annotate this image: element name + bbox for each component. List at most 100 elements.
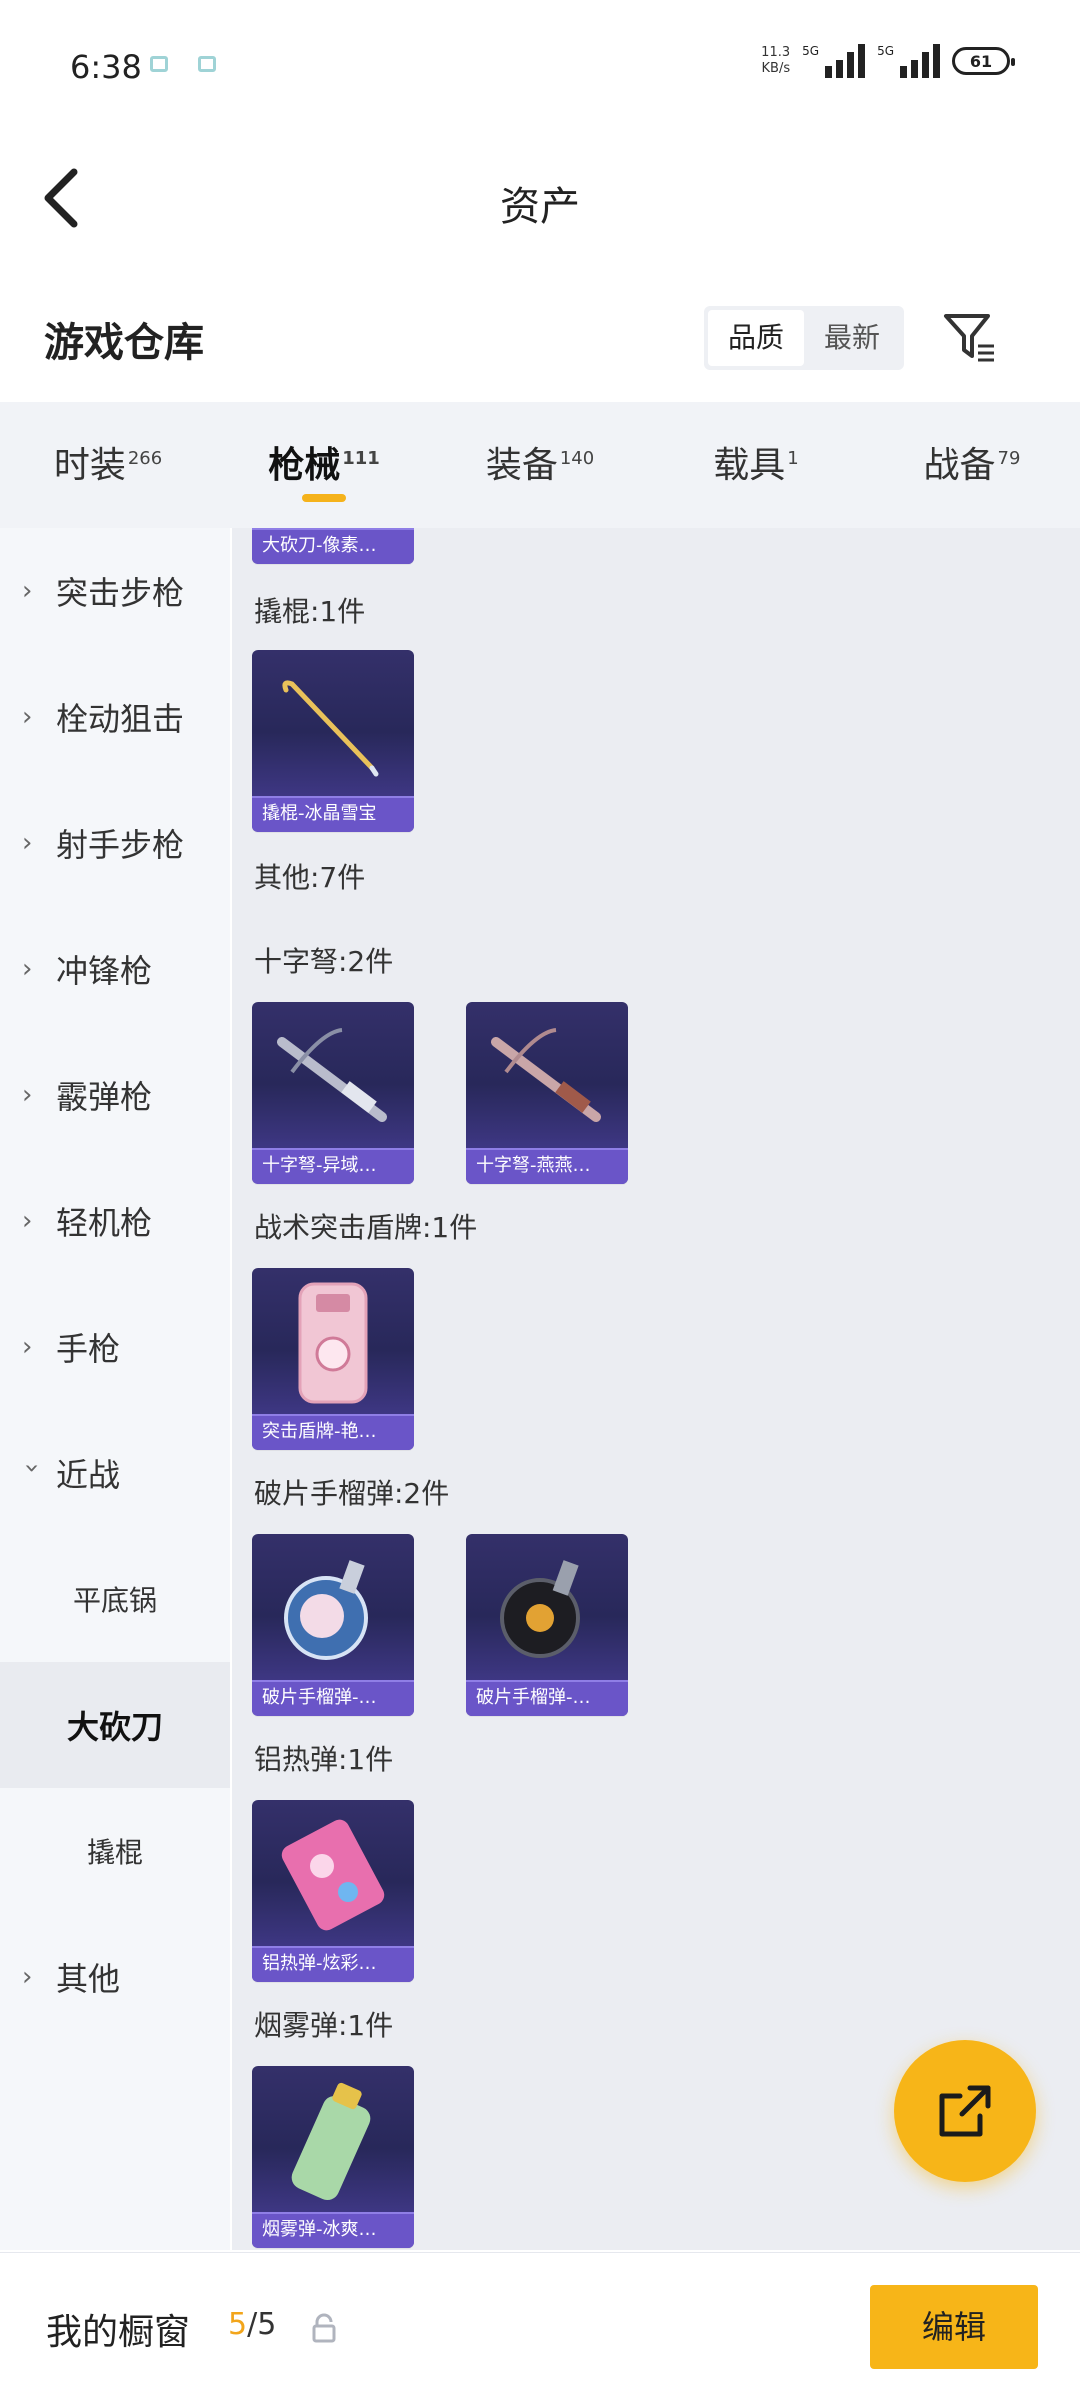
showcase-label: 我的橱窗 [46,2312,191,2353]
page-title: 资产 [500,184,580,230]
sidebar-item-pistol[interactable]: › 手枪 [0,1284,230,1410]
sidebar-item-melee[interactable]: › 近战 [0,1410,230,1536]
chevron-right-icon: › [22,954,33,984]
sidebar-item-shotgun[interactable]: › 霰弹枪 [0,1032,230,1158]
sidebar-item-bolt-sniper[interactable]: › 栓动狙击 [0,654,230,780]
sidebar-item-smg[interactable]: › 冲锋枪 [0,906,230,1032]
sidebar-subitem-pan[interactable]: 平底锅 [0,1536,230,1662]
chevron-right-icon: › [22,1962,33,1992]
bottom-bar: 我的橱窗 5/5 编辑 [0,2252,1080,2400]
showcase-count-total: /5 [247,2307,277,2342]
tab-fashion[interactable]: 时装 266 [0,402,216,528]
sidebar-item-label: 手枪 [56,1330,121,1368]
item-card[interactable]: 撬棍-冰晶雪宝 [252,650,414,832]
tab-count: 79 [997,448,1021,469]
tab-label: 枪械 [268,445,341,486]
item-card-caption: 铝热弹-炫彩… [252,1946,414,1982]
battery-level: 61 [969,51,993,71]
chevron-down-icon: › [17,1463,47,1474]
crossbow-image [491,1028,601,1122]
sort-newest-button[interactable]: 最新 [804,310,900,366]
network-speed: 11.3 KB/s [761,45,790,77]
battery-icon: 61 [952,47,1015,75]
share-icon [939,2085,991,2137]
chevron-right-icon: › [22,1332,33,1362]
item-card[interactable]: 突击盾牌-艳… [252,1268,414,1450]
tab-label: 载具 [713,445,786,486]
share-button[interactable] [894,2040,1036,2182]
sidebar-item-label: 突击步枪 [56,574,185,612]
item-card[interactable]: 烟雾弹-冰爽… [252,2066,414,2248]
group-title: 烟雾弹:1件 [254,2009,394,2042]
status-bar: 6:38 11.3 KB/s 5G 5G 61 [0,0,1080,130]
warehouse-title: 游戏仓库 [44,320,204,366]
item-card-caption: 撬棍-冰晶雪宝 [252,796,414,832]
item-card-caption: 十字弩-燕燕… [466,1148,628,1184]
tab-equipment[interactable]: 装备 140 [432,402,648,528]
group-title: 铝热弹:1件 [254,1743,394,1776]
tab-count: 1 [787,448,799,469]
sidebar-item-label: 大砍刀 [66,1708,163,1746]
sidebar-item-label: 近战 [56,1456,121,1494]
sort-quality-button[interactable]: 品质 [708,310,805,366]
sidebar-item-label: 平底锅 [72,1584,157,1617]
tab-vehicles[interactable]: 载具 1 [648,402,864,528]
sidebar-item-label: 撬棍 [86,1836,143,1869]
edit-button[interactable]: 编辑 [870,2285,1038,2369]
item-card[interactable]: 破片手榴弹-… [466,1534,628,1716]
item-card-caption: 烟雾弹-冰爽… [252,2212,414,2248]
filter-button[interactable] [940,308,1000,368]
sidebar-item-label: 霰弹枪 [56,1078,153,1116]
sidebar-item-marksman-rifle[interactable]: › 射手步枪 [0,780,230,906]
active-tab-indicator [302,494,346,502]
item-card[interactable]: 十字弩-燕燕… [466,1002,628,1184]
sidebar-item-lmg[interactable]: › 轻机枪 [0,1158,230,1284]
item-card[interactable]: 大砍刀-像素… [252,528,414,564]
category-tabs: 时装 266 枪械 111 装备 140 载具 1 战备 79 [0,402,1080,528]
grenade-image [500,1560,580,1658]
riot-shield-image [298,1282,368,1404]
tab-supplies[interactable]: 战备 79 [864,402,1080,528]
sidebar-item-label: 冲锋枪 [56,952,153,990]
signal-icon [825,44,866,78]
sidebar-item-label: 轻机枪 [56,1204,153,1242]
sidebar-subitem-crowbar[interactable]: 撬棍 [0,1788,230,1914]
group-title: 战术突击盾牌:1件 [254,1211,478,1244]
sidebar-item-label: 射手步枪 [56,826,185,864]
showcase-count-current: 5 [228,2307,248,2342]
group-title: 撬棍:1件 [254,595,366,628]
showcase-count: 5/5 [228,2307,276,2342]
item-card[interactable]: 破片手榴弹-… [252,1534,414,1716]
grenade-image [284,1560,368,1660]
item-card[interactable]: 铝热弹-炫彩… [252,1800,414,1982]
sidebar-item-other[interactable]: › 其他 [0,1914,230,2040]
thermite-image [281,1819,385,1931]
tab-firearms[interactable]: 枪械 111 [216,402,432,528]
item-card-caption: 大砍刀-像素… [252,528,414,564]
tab-label: 时装 [53,445,126,486]
sim2-network-type: 5G [877,44,894,58]
sort-toggle: 品质 最新 [704,306,905,370]
group-title: 十字弩:2件 [254,945,394,978]
network-speed-unit: KB/s [761,61,791,76]
chevron-right-icon: › [22,1206,33,1236]
lock-icon [312,2313,336,2343]
tab-count: 111 [342,448,380,469]
sidebar-item-assault-rifle[interactable]: › 突击步枪 [0,528,230,654]
crossbow-image [277,1028,387,1122]
tab-count: 140 [559,448,595,469]
chevron-right-icon: › [22,1080,33,1110]
item-card-caption: 破片手榴弹-… [466,1680,628,1716]
tab-label: 装备 [485,445,558,486]
item-card[interactable]: 十字弩-异域… [252,1002,414,1184]
top-header: 资产 [0,130,1080,270]
tab-label: 战备 [923,445,996,486]
weapon-type-sidebar: › 突击步枪 › 栓动狙击 › 射手步枪 › 冲锋枪 › 霰弹枪 › 轻机枪 › 手枪 › 近战… [0,528,230,2250]
chevron-right-icon: › [22,576,33,606]
group-title: 其他:7件 [254,861,366,894]
sidebar-item-label: 栓动狙击 [56,700,185,738]
smoke-grenade-image [291,2082,371,2201]
sidebar-subitem-machete[interactable]: 大砍刀 [0,1662,230,1788]
chevron-right-icon: › [22,702,33,732]
crowbar-image [282,680,379,777]
